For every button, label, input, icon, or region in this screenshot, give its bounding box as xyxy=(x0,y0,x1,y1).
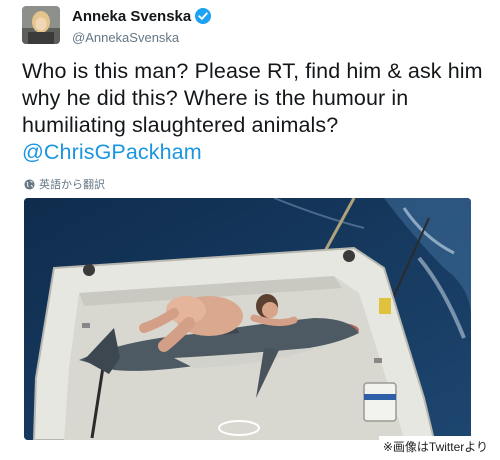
user-handle[interactable]: @AnnekaSvenska xyxy=(72,30,179,45)
tweet-text: Who is this man? Please RT, find him & a… xyxy=(22,58,492,166)
globe-icon xyxy=(24,178,35,190)
image-credit: ※画像はTwitterより xyxy=(378,436,492,457)
tweet-body-text: Who is this man? Please RT, find him & a… xyxy=(22,59,483,137)
mention-link[interactable]: @ChrisGPackham xyxy=(22,140,202,164)
avatar[interactable] xyxy=(22,6,60,44)
translate-label: 英語から翻訳 xyxy=(39,179,105,191)
tweet-card: Anneka Svenska @AnnekaSvenska Who is thi… xyxy=(0,0,500,460)
translate-link[interactable]: 英語から翻訳 xyxy=(24,176,105,192)
display-name-text: Anneka Svenska xyxy=(72,8,192,25)
verified-badge-icon xyxy=(195,8,212,24)
tweet-photo[interactable] xyxy=(24,198,471,440)
display-name[interactable]: Anneka Svenska xyxy=(72,8,212,25)
